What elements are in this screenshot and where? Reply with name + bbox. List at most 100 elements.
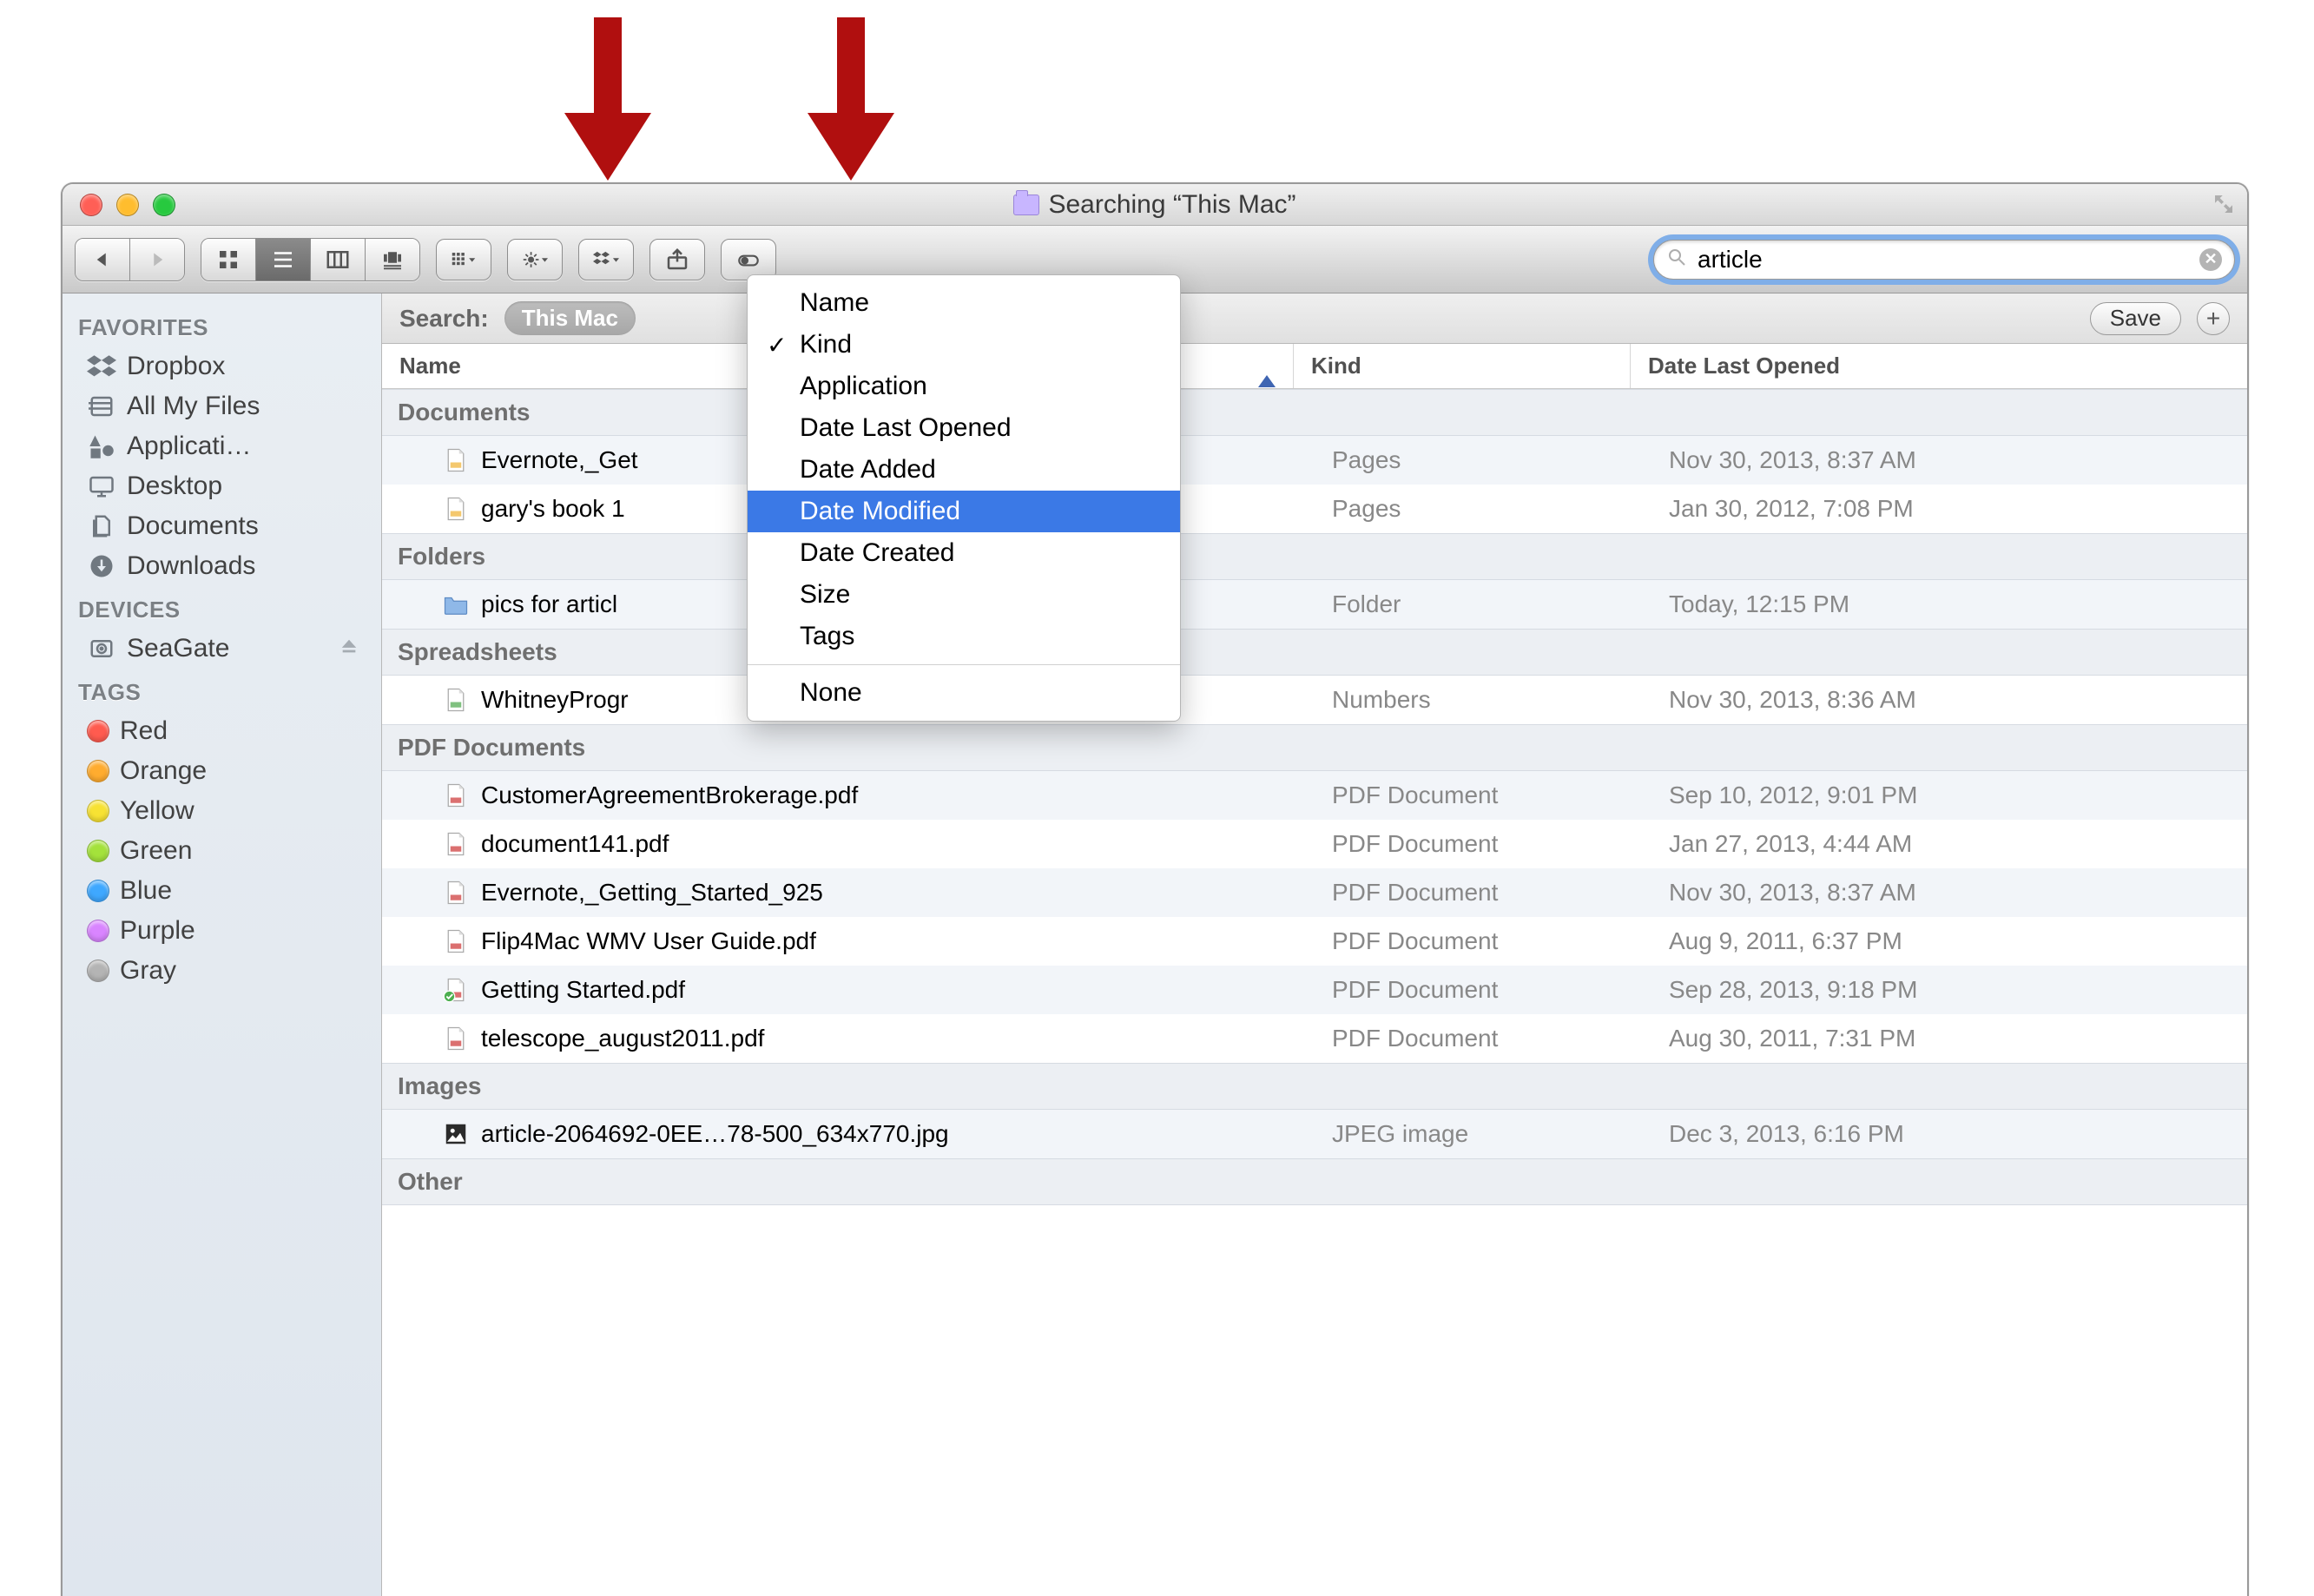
file-date: Jan 27, 2013, 4:44 AM bbox=[1669, 830, 2247, 858]
coverflow-view-button[interactable] bbox=[366, 239, 419, 280]
arrange-by-menu: Name Kind Application Date Last Opened D… bbox=[747, 274, 1181, 722]
annotation-arrow-arrange bbox=[808, 17, 894, 182]
file-kind: PDF Document bbox=[1332, 830, 1669, 858]
icon-view-button[interactable] bbox=[201, 239, 256, 280]
file-date: Nov 30, 2013, 8:37 AM bbox=[1669, 446, 2247, 474]
file-icon bbox=[443, 687, 469, 713]
sidebar-tag-purple[interactable]: Purple bbox=[63, 911, 381, 951]
file-date: Nov 30, 2013, 8:37 AM bbox=[1669, 879, 2247, 907]
result-row[interactable]: Flip4Mac WMV User Guide.pdfPDF DocumentA… bbox=[382, 917, 2247, 966]
result-row[interactable]: Evernote,_Getting_Started_925PDF Documen… bbox=[382, 868, 2247, 917]
column-view-button[interactable] bbox=[311, 239, 366, 280]
dropbox-icon bbox=[87, 353, 116, 379]
smart-folder-icon bbox=[1013, 195, 1039, 215]
search-field[interactable]: ✕ bbox=[1653, 240, 2235, 280]
forward-button[interactable] bbox=[130, 239, 184, 280]
menu-item-date-created[interactable]: Date Created bbox=[748, 532, 1180, 574]
sidebar-item-downloads[interactable]: Downloads bbox=[63, 546, 381, 586]
file-kind: PDF Document bbox=[1332, 976, 1669, 1004]
result-row[interactable]: telescope_august2011.pdfPDF DocumentAug … bbox=[382, 1014, 2247, 1063]
file-date: Aug 9, 2011, 6:37 PM bbox=[1669, 927, 2247, 955]
group-header: Spreadsheets bbox=[382, 629, 2247, 676]
close-window-button[interactable] bbox=[80, 194, 102, 216]
menu-item-application[interactable]: Application bbox=[748, 366, 1180, 407]
list-view-button[interactable] bbox=[256, 239, 311, 280]
sidebar-item-seagate[interactable]: SeaGate bbox=[63, 629, 381, 669]
file-icon bbox=[443, 591, 469, 617]
column-kind[interactable]: Kind bbox=[1294, 344, 1631, 388]
menu-item-tags[interactable]: Tags bbox=[748, 616, 1180, 657]
results-list: DocumentsEvernote,_GetPagesNov 30, 2013,… bbox=[382, 389, 2247, 1596]
back-button[interactable] bbox=[76, 239, 130, 280]
sidebar-tag-red[interactable]: Red bbox=[63, 711, 381, 751]
file-icon bbox=[443, 496, 469, 522]
disk-icon bbox=[87, 636, 116, 662]
arrange-button[interactable] bbox=[436, 239, 491, 280]
tag-dot-icon bbox=[87, 720, 109, 742]
result-row[interactable]: WhitneyProgrNumbersNov 30, 2013, 8:36 AM bbox=[382, 676, 2247, 724]
share-button[interactable] bbox=[649, 239, 705, 280]
file-name: Flip4Mac WMV User Guide.pdf bbox=[481, 927, 1332, 955]
file-kind: PDF Document bbox=[1332, 879, 1669, 907]
add-criteria-button[interactable]: + bbox=[2197, 302, 2230, 335]
tag-dot-icon bbox=[87, 880, 109, 902]
tag-dot-icon bbox=[87, 840, 109, 862]
file-name: Evernote,_Getting_Started_925 bbox=[481, 879, 1332, 907]
sidebar-tag-orange[interactable]: Orange bbox=[63, 751, 381, 791]
dropbox-button[interactable] bbox=[578, 239, 634, 280]
zoom-window-button[interactable] bbox=[153, 194, 175, 216]
menu-item-kind[interactable]: Kind bbox=[748, 324, 1180, 366]
menu-item-date-added[interactable]: Date Added bbox=[748, 449, 1180, 491]
finder-window: Searching “This Mac” bbox=[61, 182, 2249, 1596]
menu-item-size[interactable]: Size bbox=[748, 574, 1180, 616]
column-headers: Name Kind Date Last Opened bbox=[382, 344, 2247, 389]
group-header: PDF Documents bbox=[382, 724, 2247, 771]
result-row[interactable]: pics for articlFolderToday, 12:15 PM bbox=[382, 580, 2247, 629]
fullscreen-button[interactable] bbox=[2211, 191, 2237, 221]
menu-item-name[interactable]: Name bbox=[748, 282, 1180, 324]
file-icon bbox=[443, 1026, 469, 1052]
search-input[interactable] bbox=[1696, 245, 2191, 274]
sort-indicator-icon bbox=[1258, 356, 1276, 376]
file-icon bbox=[443, 977, 469, 1003]
clear-search-button[interactable]: ✕ bbox=[2199, 248, 2222, 271]
sidebar-tag-blue[interactable]: Blue bbox=[63, 871, 381, 911]
file-date: Dec 3, 2013, 6:16 PM bbox=[1669, 1120, 2247, 1148]
save-search-button[interactable]: Save bbox=[2090, 302, 2181, 335]
sidebar-tag-gray[interactable]: Gray bbox=[63, 951, 381, 991]
sidebar-item-documents[interactable]: Documents bbox=[63, 506, 381, 546]
tag-dot-icon bbox=[87, 800, 109, 822]
sidebar-item-dropbox[interactable]: Dropbox bbox=[63, 346, 381, 386]
file-date: Sep 10, 2012, 9:01 PM bbox=[1669, 782, 2247, 809]
sidebar-item-applications[interactable]: Applicati… bbox=[63, 426, 381, 466]
file-date: Jan 30, 2012, 7:08 PM bbox=[1669, 495, 2247, 523]
menu-item-date-modified[interactable]: Date Modified bbox=[748, 491, 1180, 532]
group-header: Documents bbox=[382, 389, 2247, 436]
file-kind: Pages bbox=[1332, 446, 1669, 474]
file-kind: PDF Document bbox=[1332, 782, 1669, 809]
sidebar: FAVORITES Dropbox All My Files Applicati… bbox=[63, 293, 382, 1596]
sidebar-item-all-my-files[interactable]: All My Files bbox=[63, 386, 381, 426]
menu-item-date-last-opened[interactable]: Date Last Opened bbox=[748, 407, 1180, 449]
column-date-last-opened[interactable]: Date Last Opened bbox=[1631, 344, 2247, 388]
menu-item-none[interactable]: None bbox=[748, 672, 1180, 714]
minimize-window-button[interactable] bbox=[116, 194, 139, 216]
file-date: Aug 30, 2011, 7:31 PM bbox=[1669, 1025, 2247, 1052]
titlebar: Searching “This Mac” bbox=[63, 184, 2247, 226]
result-row[interactable]: article-2064692-0EE…78-500_634x770.jpgJP… bbox=[382, 1110, 2247, 1158]
scope-this-mac[interactable]: This Mac bbox=[504, 301, 636, 335]
file-name: telescope_august2011.pdf bbox=[481, 1025, 1332, 1052]
sidebar-tag-green[interactable]: Green bbox=[63, 831, 381, 871]
search-scope-label: Search: bbox=[399, 305, 489, 333]
result-row[interactable]: document141.pdfPDF DocumentJan 27, 2013,… bbox=[382, 820, 2247, 868]
result-row[interactable]: Evernote,_GetPagesNov 30, 2013, 8:37 AM bbox=[382, 436, 2247, 485]
results-pane: Search: This Mac Save + Name Kind Date L… bbox=[382, 293, 2247, 1596]
result-row[interactable]: Getting Started.pdfPDF DocumentSep 28, 2… bbox=[382, 966, 2247, 1014]
file-icon bbox=[443, 1121, 469, 1147]
action-button[interactable] bbox=[507, 239, 563, 280]
sidebar-item-desktop[interactable]: Desktop bbox=[63, 466, 381, 506]
sidebar-tag-yellow[interactable]: Yellow bbox=[63, 791, 381, 831]
eject-icon[interactable] bbox=[340, 634, 371, 663]
result-row[interactable]: gary's book 1PagesJan 30, 2012, 7:08 PM bbox=[382, 485, 2247, 533]
result-row[interactable]: CustomerAgreementBrokerage.pdfPDF Docume… bbox=[382, 771, 2247, 820]
